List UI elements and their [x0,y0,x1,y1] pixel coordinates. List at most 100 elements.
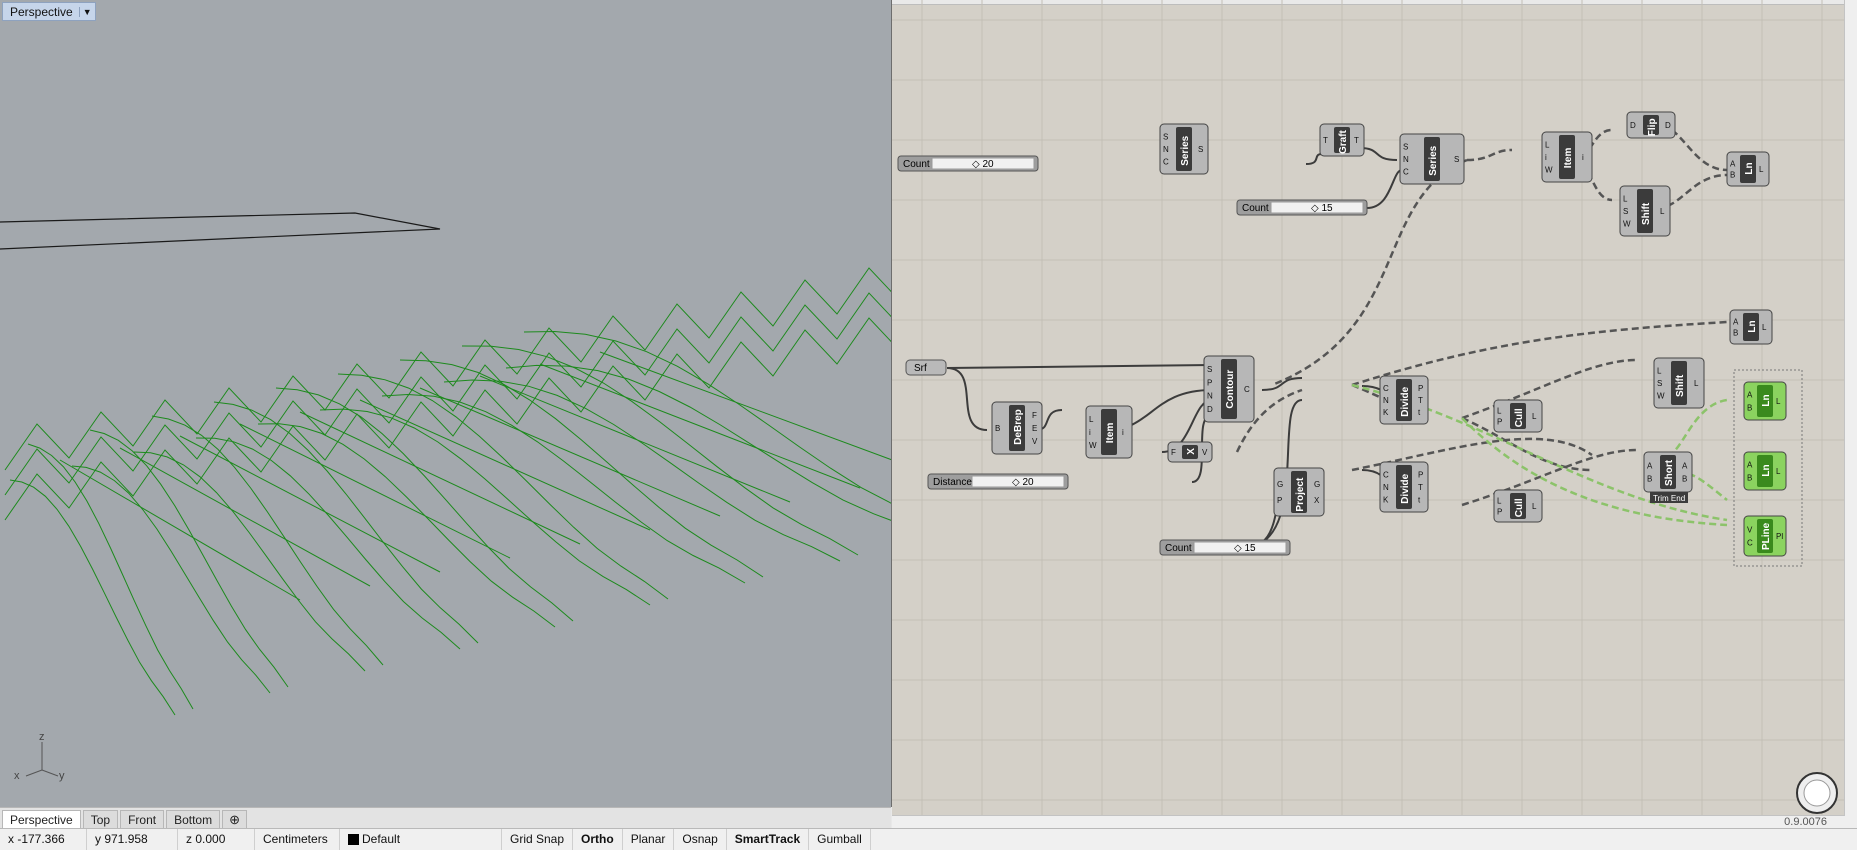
input-port-label[interactable]: S [1623,207,1628,216]
input-port-label[interactable]: B [995,424,1000,433]
input-port-label[interactable]: T [1323,136,1328,145]
input-port-label[interactable]: A [1747,461,1753,470]
output-port-label[interactable]: L [1759,165,1764,174]
input-port-label[interactable]: P [1277,496,1282,505]
grasshopper-graph[interactable]: Count ◇ 20 Count ◇ 15 Distance ◇ 20 Count ◇ 15 S… [892,0,1857,828]
output-port-label[interactable]: L [1776,397,1781,406]
output-port-label[interactable]: E [1032,424,1037,433]
component-graft[interactable]: Graft T T [1319,123,1365,157]
input-port-label[interactable]: S [1207,365,1212,374]
component-pline[interactable]: PLine VC Pl [1743,515,1787,557]
component-ln[interactable]: Ln AB L [1726,151,1770,187]
output-port-label[interactable]: P [1418,384,1423,393]
component-x[interactable]: XF V [1167,441,1213,463]
output-port-label[interactable]: L [1660,207,1665,216]
number-slider[interactable]: Count ◇ 15 [1159,539,1291,556]
toggle-planar[interactable]: Planar [623,829,675,850]
toggle-smarttrack[interactable]: SmartTrack [727,829,810,850]
input-port-label[interactable]: C [1747,539,1753,548]
input-port-label[interactable]: D [1630,121,1636,130]
component-ln[interactable]: Ln AB L [1743,451,1787,491]
surface-param[interactable]: Srf [905,359,947,376]
canvas-horizontal-scrollbar[interactable] [892,815,1845,828]
input-port-label[interactable]: V [1747,525,1753,534]
input-port-label[interactable]: S [1403,143,1408,152]
input-port-label[interactable]: W [1623,220,1631,229]
toggle-grid-snap[interactable]: Grid Snap [502,829,574,850]
units-pane[interactable]: Centimeters [255,829,340,850]
input-port-label[interactable]: B [1733,329,1738,338]
input-port-label[interactable]: A [1730,159,1736,168]
output-port-label[interactable]: i [1122,428,1124,437]
chevron-down-icon[interactable]: ▼ [78,6,95,17]
component-divide[interactable]: DivideCNKPTt [1379,375,1429,425]
component-divide[interactable]: DivideCNKPTt [1379,461,1429,513]
canvas-zoom-widget-icon[interactable] [1796,772,1838,814]
input-port-label[interactable]: P [1207,378,1212,387]
input-port-label[interactable]: W [1545,166,1553,175]
component-item[interactable]: ItemLiWi [1541,131,1593,183]
tab-top[interactable]: Top [82,810,119,829]
output-port-label[interactable]: L [1762,323,1767,332]
output-port-label[interactable]: T [1354,136,1359,145]
component-cull[interactable]: CullLPL [1493,399,1543,433]
component-cull[interactable]: CullLPL [1493,489,1543,523]
add-tab-icon[interactable]: ⊕ [222,810,247,829]
number-slider[interactable]: Count ◇ 15 [1236,199,1368,216]
grasshopper-canvas[interactable]: Count ◇ 20 Count ◇ 15 Distance ◇ 20 Count ◇ 15 S… [892,0,1857,828]
input-port-label[interactable]: N [1403,155,1409,164]
canvas-vertical-scrollbar[interactable] [1844,0,1857,828]
input-port-label[interactable]: W [1657,392,1665,401]
input-port-label[interactable]: S [1163,133,1168,142]
output-port-label[interactable]: Pl [1776,532,1783,541]
output-port-label[interactable]: L [1694,379,1699,388]
output-port-label[interactable]: P [1418,471,1423,480]
input-port-label[interactable]: B [1730,171,1735,180]
output-port-label[interactable]: B [1682,475,1687,484]
output-port-label[interactable]: i [1582,153,1584,162]
input-port-label[interactable]: W [1089,441,1097,450]
viewport-title-menu[interactable]: Perspective ▼ [2,2,96,21]
input-port-label[interactable]: K [1383,408,1389,417]
input-port-label[interactable]: B [1747,473,1752,482]
component-item[interactable]: ItemLiWi [1085,405,1133,459]
toggle-gumball[interactable]: Gumball [809,829,871,850]
input-port-label[interactable]: N [1207,392,1213,401]
output-port-label[interactable]: S [1198,145,1203,154]
layer-pane[interactable]: Default [340,829,502,850]
component-debrep[interactable]: DeBrep B FEV [991,401,1043,455]
component-shift[interactable]: ShiftLSWL [1653,357,1705,409]
input-port-label[interactable]: A [1733,317,1739,326]
input-port-label[interactable]: P [1497,417,1502,426]
input-port-label[interactable]: i [1089,428,1091,437]
tab-bottom[interactable]: Bottom [166,810,221,829]
component-project[interactable]: ProjectGPGX [1273,467,1325,517]
output-port-label[interactable]: T [1418,483,1423,492]
input-port-label[interactable]: D [1207,405,1213,414]
viewport-title[interactable]: Perspective [3,5,79,19]
component-flip[interactable]: Flip D D [1626,111,1676,139]
toggle-ortho[interactable]: Ortho [573,829,623,850]
input-port-label[interactable]: B [1747,403,1752,412]
component-ln[interactable]: Ln AB L [1743,381,1787,421]
output-port-label[interactable]: G [1314,480,1320,489]
toggle-osnap[interactable]: Osnap [674,829,727,850]
output-port-label[interactable]: L [1532,502,1537,511]
input-port-label[interactable]: A [1747,391,1753,400]
tab-front[interactable]: Front [120,810,165,829]
component-series[interactable]: SeriesSNCS [1399,133,1465,185]
output-port-label[interactable]: X [1314,496,1320,505]
number-slider[interactable]: Distance ◇ 20 [927,473,1069,490]
input-port-label[interactable]: L [1657,367,1662,376]
output-port-label[interactable]: V [1202,448,1208,457]
component-contour[interactable]: Contour SPND C [1203,355,1255,423]
input-port-label[interactable]: i [1545,153,1547,162]
rhino-viewport[interactable]: Perspective ▼ z y x [0,0,892,807]
input-port-label[interactable]: C [1383,471,1389,480]
input-port-label[interactable]: N [1383,396,1389,405]
input-port-label[interactable]: L [1089,415,1094,424]
output-port-label[interactable]: D [1665,121,1671,130]
output-port-label[interactable]: C [1244,385,1250,394]
tab-perspective[interactable]: Perspective [2,810,81,829]
input-port-label[interactable]: S [1657,379,1662,388]
